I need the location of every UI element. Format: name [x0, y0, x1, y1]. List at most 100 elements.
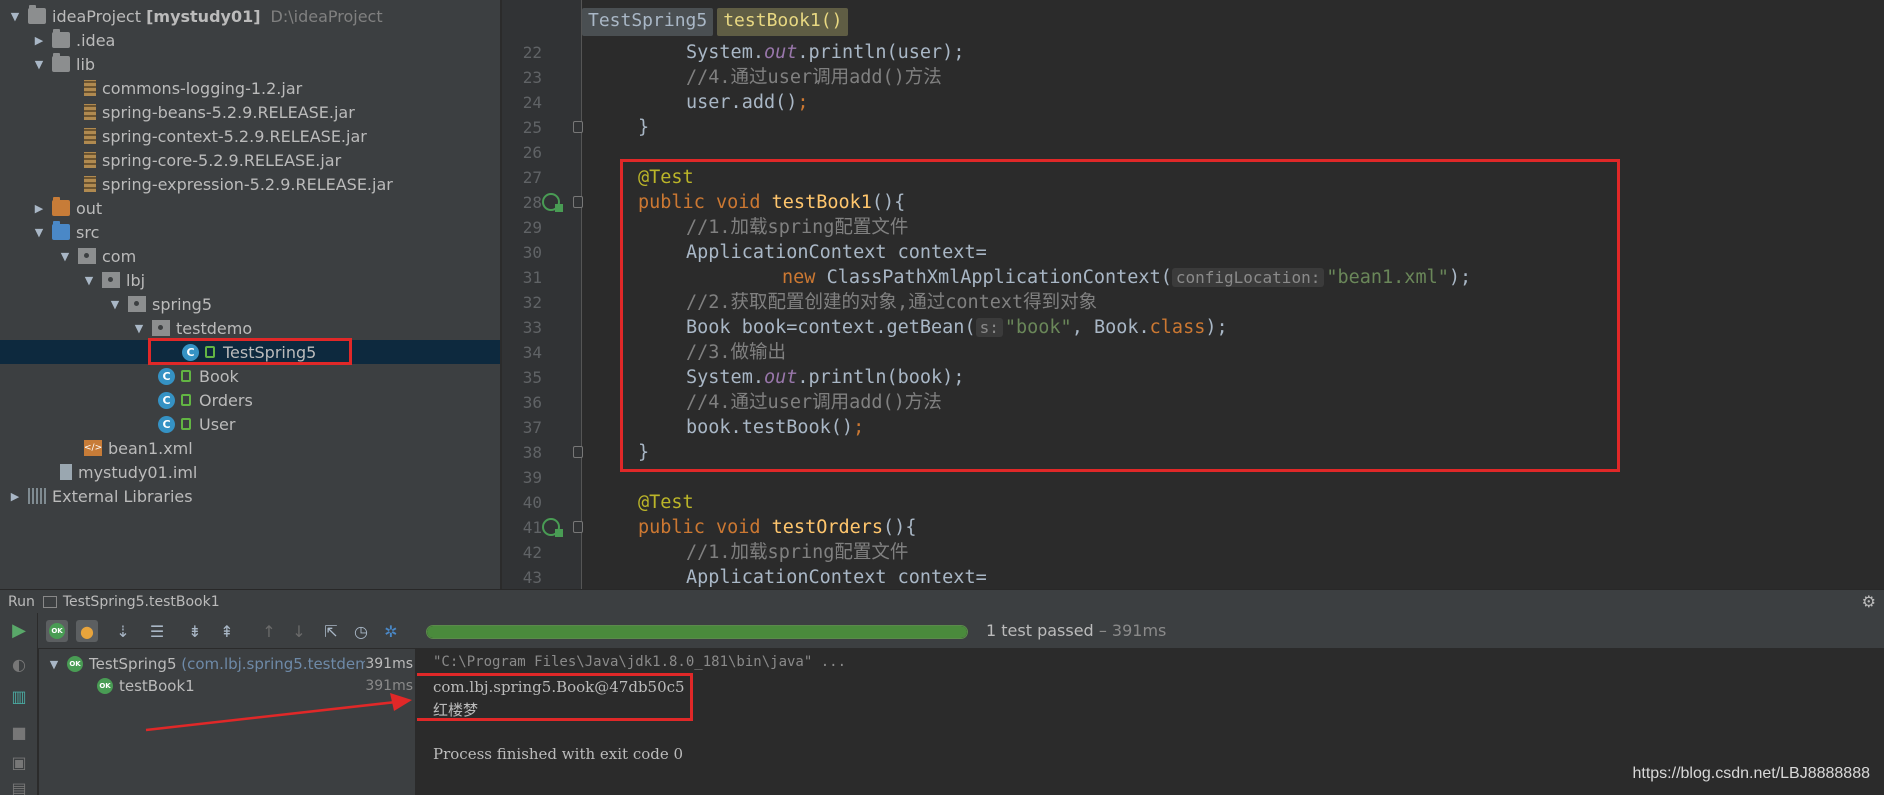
- code-line: user.add();: [686, 92, 809, 113]
- tree-item-label: .idea: [76, 30, 116, 50]
- chevron-down-icon[interactable]: ▼: [47, 657, 61, 671]
- chevron-down-icon[interactable]: ▼: [32, 57, 46, 71]
- run-test-icon[interactable]: [542, 518, 563, 537]
- tree-item-label: spring-core-5.2.9.RELEASE.jar: [102, 150, 342, 170]
- test-case-row[interactable]: OK testBook1 391ms: [39, 674, 415, 698]
- folder-icon: [28, 5, 46, 24]
- run-config-name[interactable]: TestSpring5.testBook1: [63, 594, 220, 610]
- jar-icon: [84, 176, 96, 192]
- tree-item-label: bean1.xml: [108, 438, 193, 458]
- tree-item-src[interactable]: ▼ src: [0, 220, 500, 244]
- line-number: 40: [522, 493, 542, 512]
- project-tool-window: ▼ ideaProject [mystudy01] D:\ideaProject…: [0, 0, 501, 589]
- collapse-all-icon[interactable]: ⇞: [216, 620, 238, 642]
- line-number: 34: [522, 343, 542, 362]
- rerun-icon[interactable]: ▶: [8, 619, 30, 641]
- tree-item-iml[interactable]: mystudy01.iml: [0, 460, 500, 484]
- tree-item-jar[interactable]: spring-expression-5.2.9.RELEASE.jar: [0, 172, 500, 196]
- tree-item-jar[interactable]: spring-beans-5.2.9.RELEASE.jar: [0, 100, 500, 124]
- tree-item-ideaproject[interactable]: ▼ ideaProject [mystudy01] D:\ideaProject: [0, 4, 500, 28]
- tree-item-external-libraries[interactable]: ▶ External Libraries: [0, 484, 500, 508]
- test-progress-fill: [427, 626, 967, 638]
- run-tab-label[interactable]: Run: [8, 594, 35, 610]
- jar-icon: [84, 152, 96, 168]
- line-number: 33: [522, 318, 542, 337]
- test-progress-bar: [426, 625, 968, 639]
- dump-threads-icon[interactable]: ▣: [8, 751, 30, 773]
- line-number: 24: [522, 93, 542, 112]
- next-test-icon[interactable]: ↓: [288, 620, 310, 642]
- folder-icon: [52, 29, 70, 48]
- tree-item-label: mystudy01.iml: [78, 462, 198, 482]
- code-comment: //2.获取配置创建的对象,通过context得到对象: [686, 292, 1098, 313]
- history-icon[interactable]: ◷: [350, 620, 372, 642]
- code-line: }: [638, 442, 650, 463]
- line-number: 27: [522, 168, 542, 187]
- breadcrumb-class[interactable]: TestSpring5: [582, 8, 714, 36]
- jar-icon: [84, 104, 96, 120]
- tree-item-testspring5[interactable]: C TestSpring5: [0, 340, 500, 364]
- tree-item-book[interactable]: C Book: [0, 364, 500, 388]
- tree-item-user[interactable]: C User: [0, 412, 500, 436]
- chevron-down-icon[interactable]: ▼: [58, 249, 72, 263]
- tree-item-jar[interactable]: spring-context-5.2.9.RELEASE.jar: [0, 124, 500, 148]
- chevron-right-icon[interactable]: ▶: [32, 33, 46, 47]
- sort-duration-icon[interactable]: ☰: [146, 620, 168, 642]
- chevron-down-icon[interactable]: ▼: [8, 9, 22, 23]
- tree-item-testdemo[interactable]: ▼ testdemo: [0, 316, 500, 340]
- sort-alpha-icon[interactable]: ⇣: [112, 620, 134, 642]
- breadcrumb-method[interactable]: testBook1(): [717, 8, 849, 36]
- package-icon: [128, 296, 146, 312]
- tree-item-bean1-xml[interactable]: </> bean1.xml: [0, 436, 500, 460]
- chevron-right-icon[interactable]: ▶: [8, 489, 22, 503]
- tree-item-label: Book: [199, 366, 239, 386]
- tree-item-label: TestSpring5: [223, 342, 317, 362]
- line-number: 23: [522, 68, 542, 87]
- source-folder-icon: [52, 221, 70, 240]
- line-number: 26: [522, 143, 542, 162]
- package-icon: [78, 248, 96, 264]
- tree-item-lbj[interactable]: ▼ lbj: [0, 268, 500, 292]
- tree-item-label: testdemo: [176, 318, 253, 338]
- code-comment: //1.加载spring配置文件: [686, 217, 909, 238]
- rerun-failed-icon[interactable]: ◐: [8, 653, 30, 675]
- tree-item-label: ideaProject: [52, 6, 141, 26]
- line-number: 25: [522, 118, 542, 137]
- tree-item-out[interactable]: ▶ out: [0, 196, 500, 220]
- code-line: System.out.println(book);: [686, 367, 965, 388]
- show-passed-icon[interactable]: OK: [49, 623, 65, 639]
- tree-item-label: out: [76, 198, 103, 218]
- chevron-down-icon[interactable]: ▼: [108, 297, 122, 311]
- previous-test-icon[interactable]: ↑: [258, 620, 280, 642]
- tree-item-label: External Libraries: [52, 486, 193, 506]
- libraries-icon: [28, 488, 46, 504]
- gear-icon[interactable]: ⚙: [1862, 592, 1876, 611]
- code-line: new ClassPathXmlApplicationContext(confi…: [782, 267, 1472, 288]
- run-config-icon: [42, 595, 57, 608]
- tree-item-orders[interactable]: C Orders: [0, 388, 500, 412]
- tree-item-idea[interactable]: ▶ .idea: [0, 28, 500, 52]
- expand-all-icon[interactable]: ⇟: [184, 620, 206, 642]
- tree-item-spring5[interactable]: ▼ spring5: [0, 292, 500, 316]
- code-editor[interactable]: TestSpring5 testBook1() 22 23 24 25 26 2…: [502, 0, 1884, 589]
- chevron-down-icon[interactable]: ▼: [82, 273, 96, 287]
- toggle-auto-test-icon[interactable]: ▥: [8, 685, 30, 707]
- export-icon[interactable]: ⇱: [320, 620, 342, 642]
- tree-item-com[interactable]: ▼ com: [0, 244, 500, 268]
- tree-item-jar[interactable]: commons-logging-1.2.jar: [0, 76, 500, 100]
- pin-icon[interactable]: ▤: [8, 777, 30, 795]
- class-icon: C: [158, 391, 175, 409]
- chevron-down-icon[interactable]: ▼: [32, 225, 46, 239]
- tree-item-label: lbj: [126, 270, 146, 290]
- tree-item-jar[interactable]: spring-core-5.2.9.RELEASE.jar: [0, 148, 500, 172]
- chevron-right-icon[interactable]: ▶: [32, 201, 46, 215]
- settings-icon[interactable]: ✲: [380, 620, 402, 642]
- parameter-hint: configLocation:: [1171, 268, 1325, 287]
- run-test-icon[interactable]: [542, 193, 563, 212]
- tree-item-lib[interactable]: ▼ lib: [0, 52, 500, 76]
- console-command-line: "C:\Program Files\Java\jdk1.8.0_181\bin\…: [433, 654, 847, 670]
- chevron-down-icon[interactable]: ▼: [132, 321, 146, 335]
- test-suite-row[interactable]: ▼ OK TestSpring5 (com.lbj.spring5.testde…: [39, 652, 415, 676]
- stop-icon[interactable]: ■: [8, 721, 30, 743]
- show-ignored-icon[interactable]: ●: [76, 620, 98, 642]
